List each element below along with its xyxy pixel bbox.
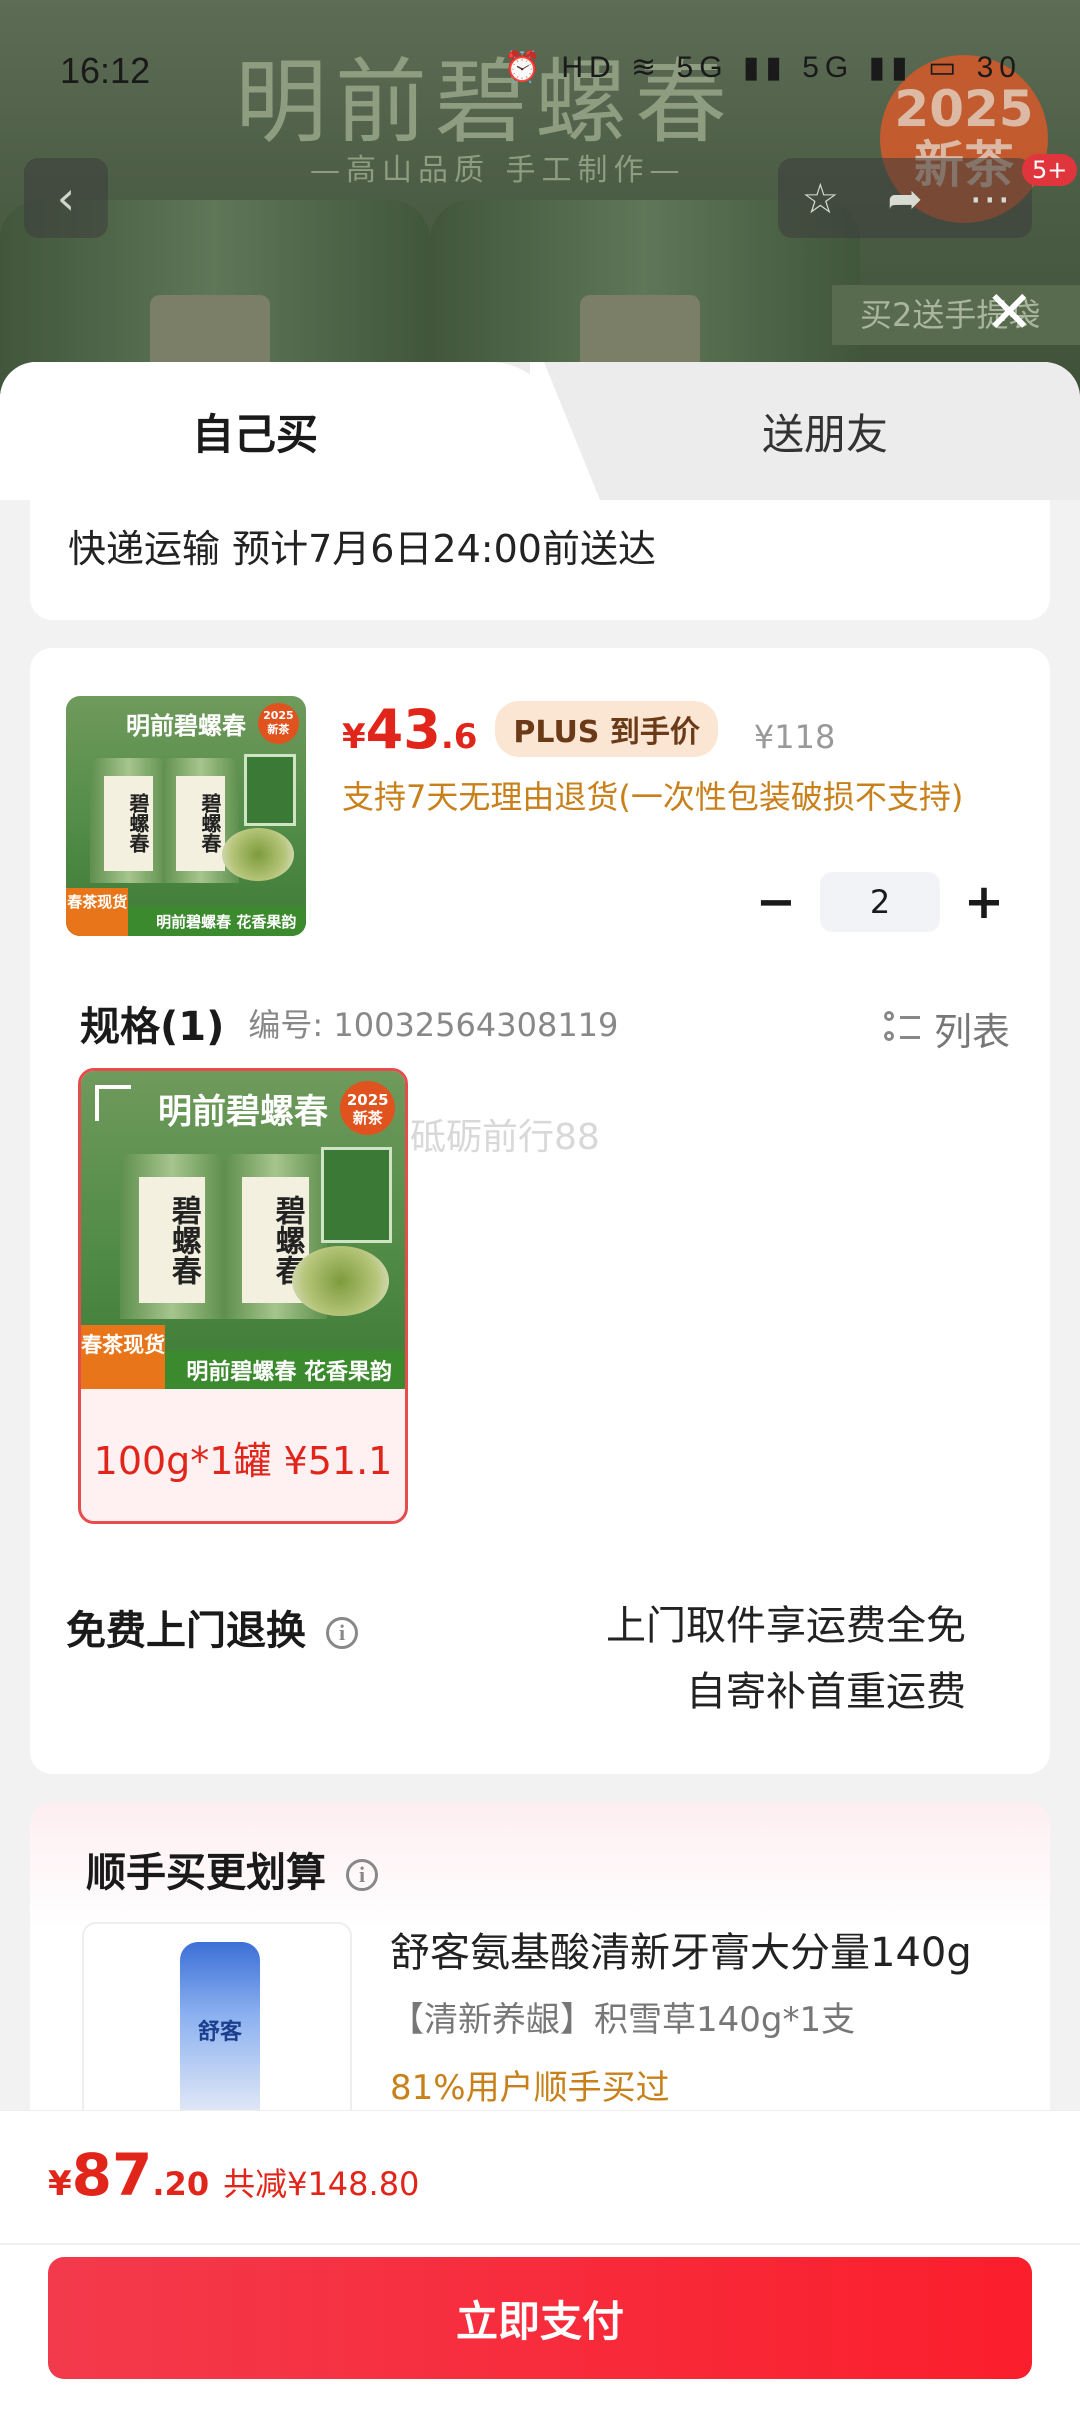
status-time: 16:12 [60,50,151,91]
buy-tabs: 送朋友 自己买 [0,362,1080,500]
tab-buy-self[interactable]: 自己买 [0,362,560,500]
action-group: ☆ ➦ ⋯ [778,158,1032,238]
spec-header: 规格(1) 编号: 10032564308119 列表 [80,993,1010,1056]
info-icon[interactable]: i [326,1617,358,1649]
quantity-value[interactable]: 2 [820,872,940,932]
shipping-eta: 快递运输 预计7月6日24:00前送达 [68,527,656,571]
banner-subtitle: —高山品质 手工制作— [310,153,686,188]
status-icons: ⏰ HD ≋ 5G ▮▮ 5G ▮▮ ▭ 30 [503,51,1022,84]
expand-icon[interactable] [95,1085,131,1121]
total-decimal: .20 [152,2165,210,2203]
spec-title: 规格(1) [80,1004,225,1050]
info-icon[interactable]: i [346,1859,378,1891]
gift-text: 买2送手提袋 [832,285,1080,345]
addon-title: 顺手买更划算 i [86,1840,378,1898]
pay-now-button[interactable]: 立即支付 [48,2257,1032,2379]
total-integer: 87 [71,2141,153,2209]
tab-friend-label: 送朋友 [761,409,888,459]
list-icon [883,1010,920,1047]
total-price: ¥ 87 .20 共减¥148.80 [48,2141,419,2209]
price-symbol: ¥ [342,717,366,757]
divider [0,2243,1080,2245]
more-icon[interactable]: ⋯ [947,174,1032,223]
free-return-line1: 上门取件享运费全免 [606,1603,966,1649]
back-button[interactable]: ‹ [24,158,108,238]
price-row: ¥ 43 .6 PLUS 到手价 ¥118 [342,698,835,763]
original-price: ¥118 [753,718,836,756]
star-icon[interactable]: ☆ [778,174,863,223]
addon-card: 顺手买更划算 i 舒客 舒客氨基酸清新牙膏大分量140g 【清新养龈】积雪草140… [30,1802,1050,2162]
return-policy-note: 支持7天无理由退货(一次性包装破损不支持) [342,778,964,816]
shipping-card: 快递运输 预计7月6日24:00前送达 [30,500,1050,620]
tab-gift-friend[interactable]: 送朋友 [560,362,1080,500]
total-saving: 共减¥148.80 [223,2165,420,2203]
plus-price-tag: PLUS 到手价 [495,701,718,757]
chevron-left-icon: ‹ [56,171,76,225]
message-count-badge: 5+ [1022,154,1078,186]
free-return-line2: 自寄补首重运费 [686,1669,966,1715]
product-code: 编号: 10032564308119 [248,1006,619,1044]
total-symbol: ¥ [48,2164,72,2204]
purchase-sheet: 送朋友 自己买 快递运输 预计7月6日24:00前送达 明前碧螺春 碧螺春 碧螺… [0,362,1080,2412]
increase-button[interactable]: + [954,874,1014,930]
watermark: 砥砺前行88 [410,1117,600,1158]
checkout-bar: ¥ 87 .20 共减¥148.80 立即支付 [0,2110,1080,2412]
tab-self-label: 自己买 [191,409,318,459]
addon-name[interactable]: 舒客氨基酸清新牙膏大分量140g [390,1920,972,1978]
price-integer: 43 [365,698,441,761]
free-return-details: 上门取件享运费全免 自寄补首重运费 [606,1593,966,1725]
addon-purchase-rate: 81%用户顺手买过 [390,2068,670,2108]
addon-spec: 【清新养龈】积雪草140g*1支 [390,2000,856,2040]
list-view-label: 列表 [933,1010,1010,1054]
list-view-button[interactable]: 列表 [883,1001,1010,1056]
free-return-title: 免费上门退换 i [66,1598,358,1656]
product-card: 明前碧螺春 碧螺春 碧螺春 2025新茶 明前碧螺春 花香果韵 春茶现货 ¥ 4… [30,648,1050,1774]
close-icon[interactable]: ✕ [985,278,1034,346]
product-thumbnail[interactable]: 明前碧螺春 碧螺春 碧螺春 2025新茶 明前碧螺春 花香果韵 春茶现货 [66,696,306,936]
spec-option-label: 100g*1罐 ¥51.1 [93,1439,393,1483]
spec-option-selected[interactable]: 明前碧螺春 碧螺春 碧螺春 2025新茶 明前碧螺春 花香果韵 春茶现货 100… [78,1068,408,1524]
share-icon[interactable]: ➦ [863,174,948,223]
quantity-stepper: − 2 + [746,872,1014,932]
status-bar: 16:12 ⏰ HD ≋ 5G ▮▮ 5G ▮▮ ▭ 30 [0,0,1080,140]
price-decimal: .6 [440,717,478,757]
decrease-button[interactable]: − [746,874,806,930]
